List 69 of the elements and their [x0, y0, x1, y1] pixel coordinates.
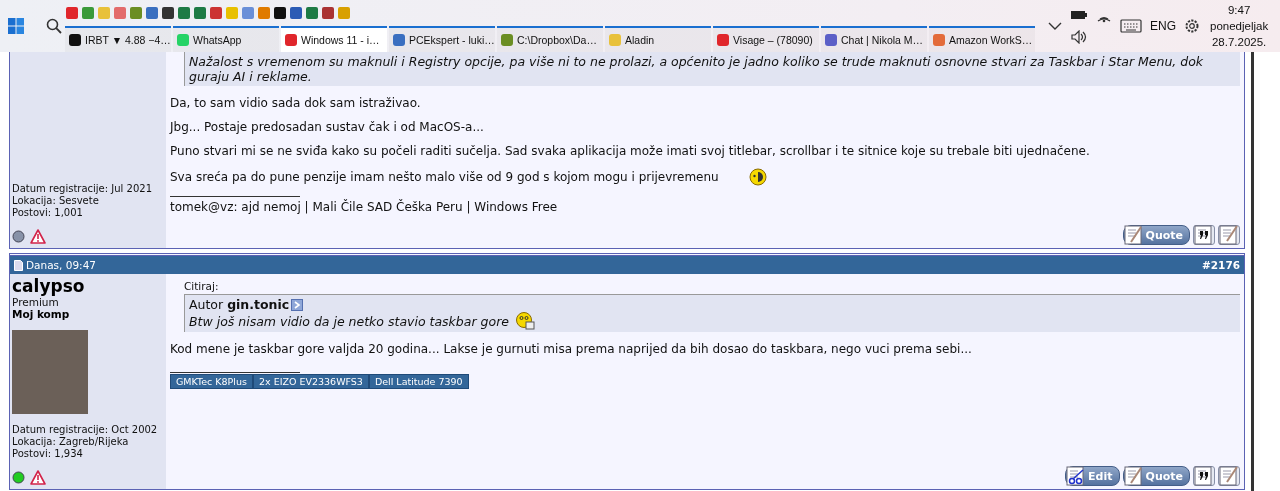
scrollbar[interactable] [1251, 52, 1254, 491]
quote-text: Btw još nisam vidio da je netko stavio taskbar gore [189, 313, 509, 329]
user-title: Premium [12, 296, 60, 308]
post-text: Puno stvari mi se ne sviđa kako su počeli raditi sučelja. Sad svaka aplikacija može imati svoj titlebar, scrollbar i te sitnice koje su trebale biti ujednačene. [170, 144, 1090, 158]
app-icon [176, 33, 190, 47]
post-text: Da, to sam vidio sada dok sam istraživao. [170, 96, 421, 110]
app-icon [68, 33, 82, 47]
user-info: Postovi: 1,001 [12, 207, 84, 219]
quote-label: Citiraj: [184, 280, 220, 292]
multi-quote-button[interactable] [1193, 466, 1215, 486]
user-link[interactable]: Moj komp [12, 308, 164, 320]
signature-link[interactable]: Dell Latitude 7390 [368, 374, 469, 389]
signature-link[interactable]: GMKTec K8Plus [170, 374, 253, 389]
settings-icon[interactable] [1184, 18, 1200, 34]
taskbar-button[interactable]: Amazon WorkS… [929, 26, 1035, 52]
quote-text: Nažalost s vremenom su maknuli i Registry opcije, pa više ni to ne prolazi, a općenito je jadno koliko se trude maknuti osnovne stvari za Taskbar i Star Menu, dok guraju AI i reklame. [189, 54, 1205, 84]
app-icon [932, 33, 946, 47]
user-info: Datum registracije: Oct 2002 [12, 424, 159, 436]
reply-button[interactable] [1218, 466, 1240, 486]
app-icon [824, 33, 838, 47]
multi-quote-button[interactable] [1193, 225, 1215, 245]
battery-icon[interactable] [1070, 8, 1088, 20]
pencil-document-icon [1219, 225, 1239, 245]
quote-author: Autor gin.tonic [189, 297, 290, 312]
signature-link[interactable]: 2x EIZO EV2336WFS3 [252, 374, 369, 389]
post-date: Danas, 09:47 [26, 259, 96, 271]
app-icon[interactable] [273, 6, 287, 20]
quote-marks-icon [1194, 466, 1214, 486]
app-icon [284, 33, 298, 47]
start-icon[interactable] [8, 18, 24, 34]
taskbar-button[interactable]: Chat | Nikola M… [821, 26, 927, 52]
speaker-icon[interactable] [1071, 30, 1087, 44]
taskbar-button[interactable]: PCEkspert - luki… [389, 26, 495, 52]
report-icon[interactable] [30, 470, 46, 485]
user-info: Lokacija: Sesvete [12, 195, 100, 207]
user-info: Lokacija: Zagreb/Rijeka [12, 436, 130, 448]
user-info: Datum registracije: Jul 2021 [12, 183, 153, 195]
scissors-document-icon [1066, 466, 1087, 486]
post-text: Jbg... Postaje predosadan sustav čak i od MacOS-a... [170, 120, 484, 134]
pencil-document-icon [1123, 466, 1144, 486]
app-icon[interactable] [161, 6, 175, 20]
post-text: Kod mene je taskbar gore valjda 20 godina... Lakse je gurnuti misa prema naprijed da bih dosao do taskbara, nego vuci prema sebi... [170, 342, 972, 356]
taskbar-button[interactable]: Windows 11 - i… [281, 26, 387, 52]
pencil-document-icon [1219, 466, 1239, 486]
taskbar-button[interactable]: Visage – (78090) [713, 26, 819, 52]
user-info: Postovi: 1,934 [12, 448, 84, 460]
post-text: Sva sreća pa do pune penzije imam nešto malo više od 9 god s kojom mogu i prijevremenu [170, 170, 719, 184]
document-icon [14, 259, 23, 271]
taskbar-button[interactable]: Aladin [605, 26, 711, 52]
quote-marks-icon [1194, 225, 1214, 245]
chevron-icon[interactable] [1048, 21, 1062, 31]
app-icon [608, 33, 622, 47]
report-icon[interactable] [30, 229, 46, 244]
reply-button[interactable] [1218, 225, 1240, 245]
app-icon [716, 33, 730, 47]
post-number-link[interactable]: #2176 [1201, 259, 1240, 271]
signature-text: tomek@vz: ajd nemoj | Mali Čile SAD Češka Peru | Windows Free [170, 200, 559, 214]
app-icon [500, 33, 514, 47]
taskbar-button[interactable]: IRBT ▼ 4.88 −4… [65, 26, 171, 52]
pencil-document-icon [1123, 225, 1144, 245]
language-indicator[interactable]: ENG [1150, 19, 1176, 33]
arrow-link-icon[interactable] [291, 298, 304, 311]
taskbar-button[interactable]: C:\Dropbox\Da… [497, 26, 603, 52]
app-icon [392, 33, 406, 47]
keyboard-icon[interactable] [1120, 19, 1142, 33]
clock[interactable]: 9:47 ponedjeljak 28.7.2025. [1210, 2, 1269, 50]
search-icon[interactable] [46, 18, 62, 34]
taskbar-button[interactable]: WhatsApp [173, 26, 279, 52]
username-link[interactable]: calypso [12, 276, 164, 296]
